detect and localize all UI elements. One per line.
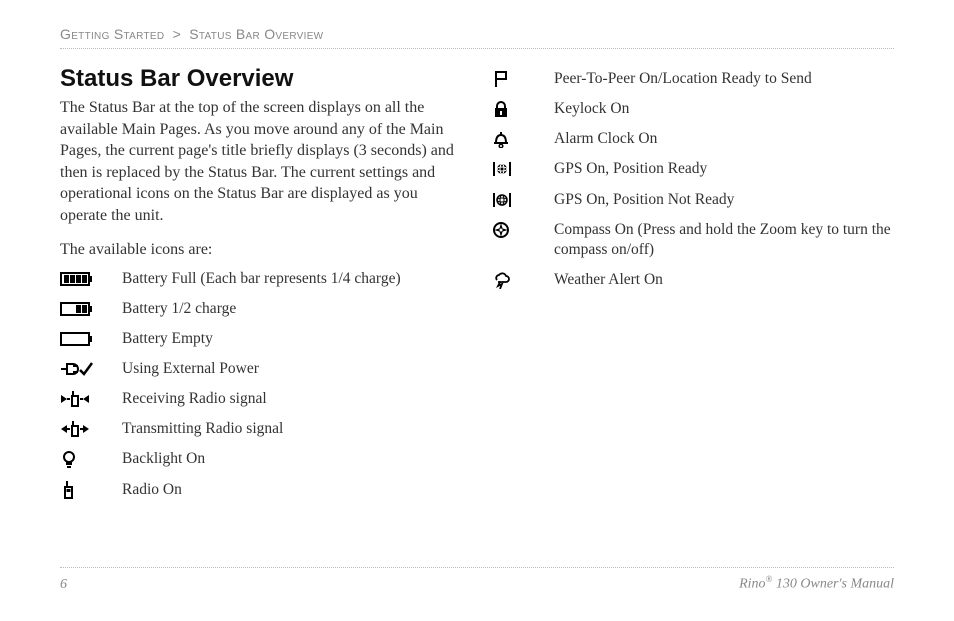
battery-empty-icon	[60, 329, 122, 349]
icon-row: GPS On, Position Ready	[492, 159, 894, 179]
icon-description: Transmitting Radio signal	[122, 419, 462, 439]
icons-lead: The available icons are:	[60, 241, 462, 259]
icon-row: Backlight On	[60, 449, 462, 469]
breadcrumb: Getting Started > Status Bar Overview	[60, 26, 894, 49]
radio-transmitting-icon	[60, 419, 122, 439]
icon-row: Weather Alert On	[492, 270, 894, 290]
icon-list-right: Peer-To-Peer On/Location Ready to Send Ke…	[492, 69, 894, 290]
icon-row: Compass On (Press and hold the Zoom key …	[492, 220, 894, 260]
icon-description: Keylock On	[554, 99, 894, 119]
alarm-clock-icon	[492, 129, 554, 149]
icon-description: Radio On	[122, 480, 462, 500]
backlight-on-icon	[60, 449, 122, 469]
gps-not-ready-icon	[492, 190, 554, 210]
manual-page: Getting Started > Status Bar Overview St…	[0, 0, 954, 621]
weather-alert-icon	[492, 270, 554, 290]
intro-paragraph: The Status Bar at the top of the screen …	[60, 97, 462, 227]
breadcrumb-section: Getting Started	[60, 26, 164, 42]
icon-row: Receiving Radio signal	[60, 389, 462, 409]
icon-row: GPS On, Position Not Ready	[492, 190, 894, 210]
battery-full-icon	[60, 269, 122, 289]
icon-description: Receiving Radio signal	[122, 389, 462, 409]
icon-description: Alarm Clock On	[554, 129, 894, 149]
icon-description: GPS On, Position Not Ready	[554, 190, 894, 210]
battery-half-icon	[60, 299, 122, 319]
external-power-icon	[60, 359, 122, 379]
left-column: Status Bar Overview The Status Bar at th…	[60, 65, 462, 510]
breadcrumb-separator: >	[169, 26, 185, 42]
icon-description: Battery 1/2 charge	[122, 299, 462, 319]
icon-description: Using External Power	[122, 359, 462, 379]
compass-icon	[492, 220, 554, 240]
icon-description: Weather Alert On	[554, 270, 894, 290]
icon-row: Peer-To-Peer On/Location Ready to Send	[492, 69, 894, 89]
manual-title-prefix: Rino	[739, 577, 765, 592]
right-column: Peer-To-Peer On/Location Ready to Send Ke…	[492, 65, 894, 510]
page-number: 6	[60, 577, 67, 593]
icon-description: Battery Full (Each bar represents 1/4 ch…	[122, 269, 462, 289]
icon-row: Transmitting Radio signal	[60, 419, 462, 439]
icon-description: Peer-To-Peer On/Location Ready to Send	[554, 69, 894, 89]
page-footer: 6 Rino® 130 Owner's Manual	[60, 567, 894, 593]
icon-description: GPS On, Position Ready	[554, 159, 894, 179]
radio-receiving-icon	[60, 389, 122, 409]
page-title: Status Bar Overview	[60, 65, 462, 93]
icon-row: Battery 1/2 charge	[60, 299, 462, 319]
icon-row: Keylock On	[492, 99, 894, 119]
icon-description: Backlight On	[122, 449, 462, 469]
gps-ready-icon	[492, 159, 554, 179]
icon-description: Battery Empty	[122, 329, 462, 349]
icon-row: Battery Empty	[60, 329, 462, 349]
manual-title: Rino® 130 Owner's Manual	[739, 574, 894, 593]
icon-row: Alarm Clock On	[492, 129, 894, 149]
breadcrumb-page: Status Bar Overview	[189, 26, 323, 42]
icon-row: Using External Power	[60, 359, 462, 379]
icon-row: Battery Full (Each bar represents 1/4 ch…	[60, 269, 462, 289]
manual-title-suffix: 130 Owner's Manual	[772, 577, 894, 592]
icon-row: Radio On	[60, 480, 462, 500]
radio-on-icon	[60, 480, 122, 500]
icon-list-left: Battery Full (Each bar represents 1/4 ch…	[60, 269, 462, 500]
icon-description: Compass On (Press and hold the Zoom key …	[554, 220, 894, 260]
flag-icon	[492, 69, 554, 89]
keylock-icon	[492, 99, 554, 119]
